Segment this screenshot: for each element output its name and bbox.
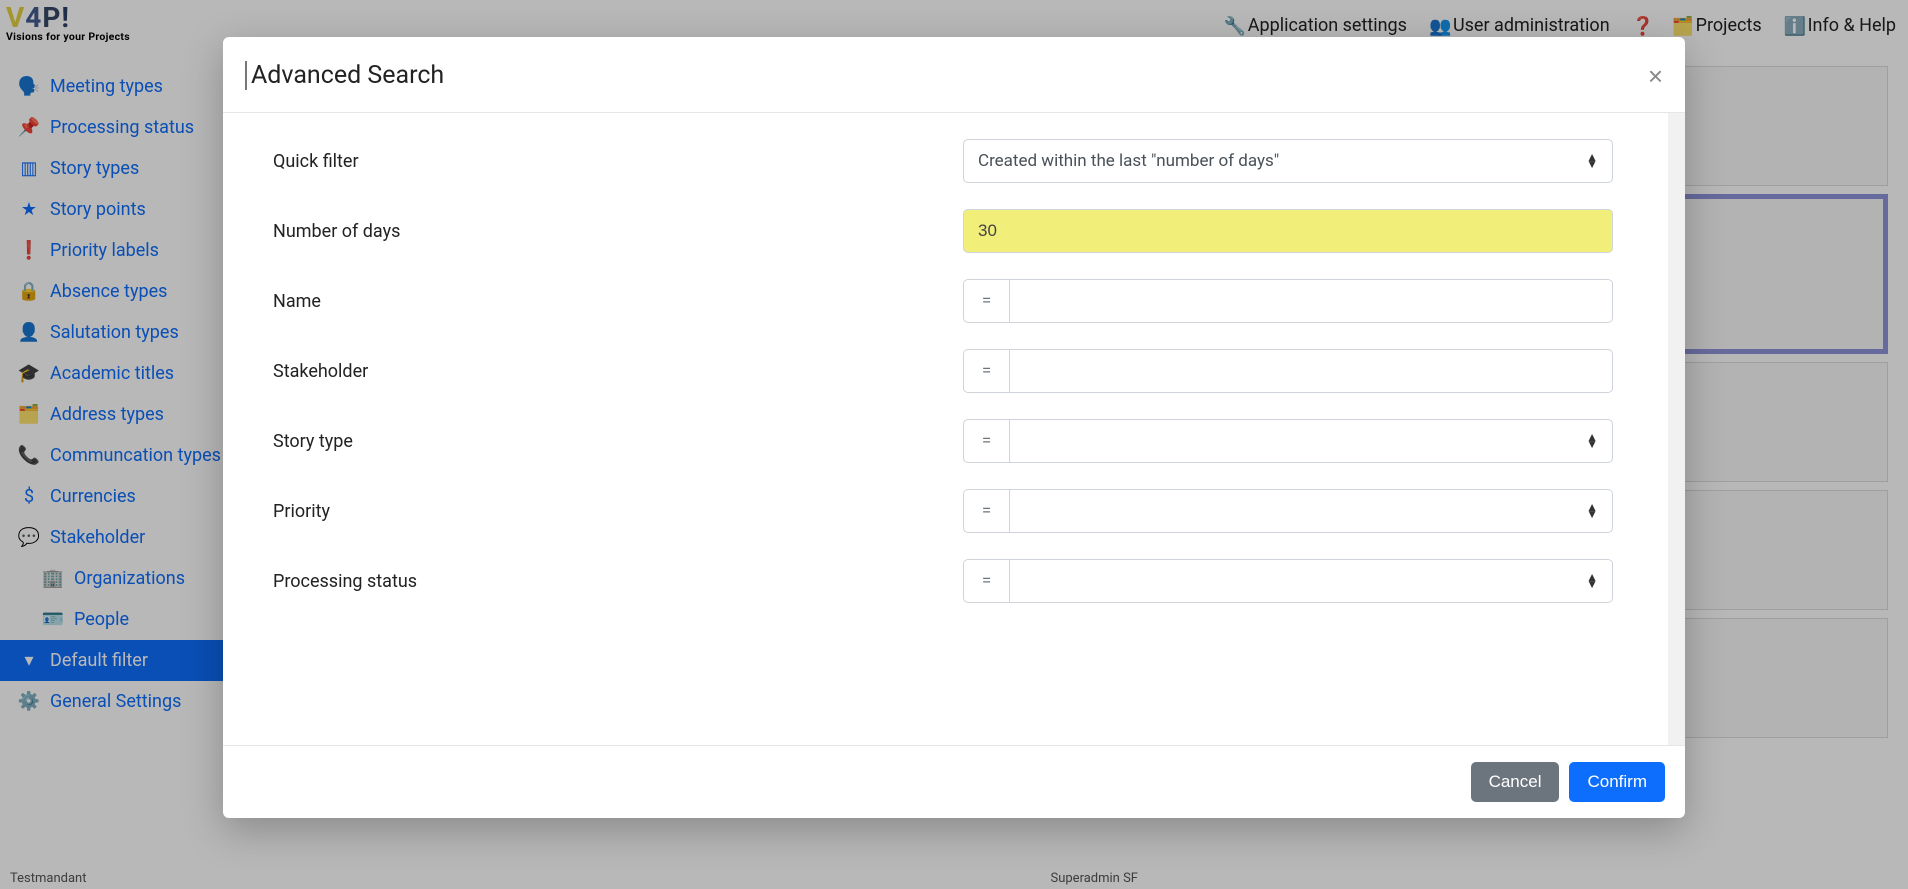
number-of-days-input[interactable] bbox=[963, 209, 1613, 253]
priority-operator-select[interactable]: = bbox=[963, 489, 1009, 533]
label-name: Name bbox=[273, 291, 963, 312]
label-quick-filter: Quick filter bbox=[273, 151, 963, 172]
stakeholder-input[interactable] bbox=[1009, 349, 1613, 393]
processing-status-select[interactable]: ▲▼ bbox=[1009, 559, 1613, 603]
name-operator-select[interactable]: = bbox=[963, 279, 1009, 323]
modal-close-button[interactable]: × bbox=[1648, 61, 1663, 89]
modal-title: Advanced Search bbox=[245, 61, 444, 90]
story-type-select[interactable]: ▲▼ bbox=[1009, 419, 1613, 463]
label-priority: Priority bbox=[273, 501, 963, 522]
chevron-sort-icon: ▲▼ bbox=[1586, 434, 1598, 447]
story-type-operator-select[interactable]: = bbox=[963, 419, 1009, 463]
label-stakeholder: Stakeholder bbox=[273, 361, 963, 382]
chevron-sort-icon: ▲▼ bbox=[1586, 154, 1598, 167]
confirm-button[interactable]: Confirm bbox=[1569, 762, 1665, 802]
label-story-type: Story type bbox=[273, 431, 963, 452]
name-input[interactable] bbox=[1009, 279, 1613, 323]
quick-filter-select[interactable]: Created within the last "number of days"… bbox=[963, 139, 1613, 183]
cancel-button[interactable]: Cancel bbox=[1471, 762, 1560, 802]
chevron-sort-icon: ▲▼ bbox=[1586, 504, 1598, 517]
priority-select[interactable]: ▲▼ bbox=[1009, 489, 1613, 533]
advanced-search-modal: Advanced Search × Quick filter Created w… bbox=[223, 37, 1685, 818]
stakeholder-operator-select[interactable]: = bbox=[963, 349, 1009, 393]
chevron-sort-icon: ▲▼ bbox=[1586, 574, 1598, 587]
label-number-of-days: Number of days bbox=[273, 221, 963, 242]
processing-status-operator-select[interactable]: = bbox=[963, 559, 1009, 603]
quick-filter-value: Created within the last "number of days" bbox=[978, 151, 1279, 171]
label-processing-status: Processing status bbox=[273, 571, 963, 592]
